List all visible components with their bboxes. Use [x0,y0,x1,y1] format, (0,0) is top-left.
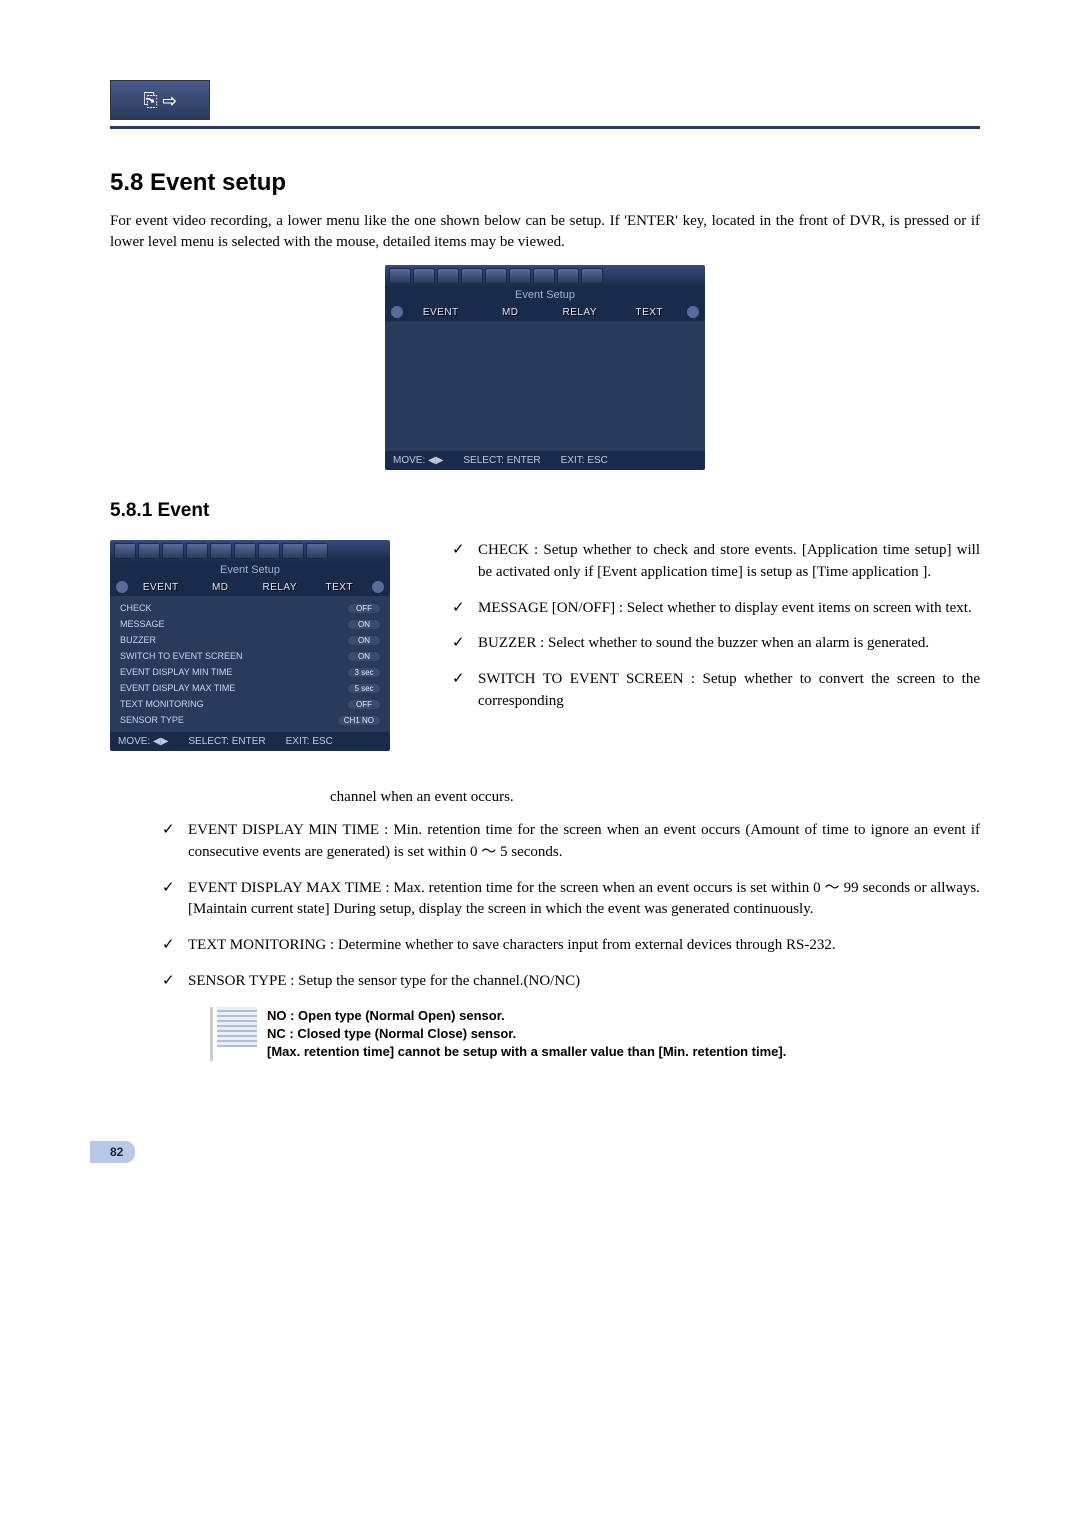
tab-md[interactable]: MD [194,582,248,593]
description-list-full: EVENT DISPLAY MIN TIME : Min. retention … [150,820,980,993]
toolbar-icon [437,268,459,284]
setting-label: BUZZER [120,635,156,645]
setting-label: MESSAGE [120,619,165,629]
setting-value[interactable]: OFF [348,700,380,709]
toolbar [110,540,390,562]
tab-relay[interactable]: RELAY [548,307,612,318]
tab-arrow-right-icon[interactable] [372,581,384,593]
hint-select: SELECT: ENTER [188,736,265,747]
bullet-item: EVENT DISPLAY MAX TIME : Max. retention … [150,878,980,922]
toolbar-icon [234,543,256,559]
event-settings-list: CHECKOFFMESSAGEONBUZZERONSWITCH TO EVENT… [110,596,390,732]
page-number: 82 [90,1141,135,1163]
setting-row[interactable]: SWITCH TO EVENT SCREEN ON [110,648,390,664]
note-line: [Max. retention time] cannot be setup wi… [267,1043,786,1061]
toolbar-icon [258,543,280,559]
toolbar-icon [533,268,555,284]
setting-label: SENSOR TYPE [120,715,184,725]
toolbar [385,265,705,287]
window-title: Event Setup [110,562,390,578]
setting-label: EVENT DISPLAY MIN TIME [120,667,232,677]
setting-label: SWITCH TO EVENT SCREEN [120,651,243,661]
toolbar-icon [581,268,603,284]
tab-arrow-right-icon[interactable] [687,306,699,318]
toolbar-icon [186,543,208,559]
setting-label: EVENT DISPLAY MAX TIME [120,683,235,693]
hint-move: MOVE: ◀▶ [393,455,443,466]
note-line: NC : Closed type (Normal Close) sensor. [267,1025,786,1043]
setting-value[interactable]: ON [348,636,380,645]
note-icon [217,1007,257,1047]
window-title: Event Setup [385,287,705,303]
hint-exit: EXIT: ESC [286,736,333,747]
setting-row[interactable]: BUZZER ON [110,632,390,648]
event-setup-screenshot-empty: Event Setup EVENT MD RELAY TEXT MOVE: ◀▶… [385,265,705,470]
setting-row[interactable]: EVENT DISPLAY MIN TIME 3 sec [110,664,390,680]
footer-hints: MOVE: ◀▶ SELECT: ENTER EXIT: ESC [110,732,390,751]
bullet-item: BUZZER : Select whether to sound the buz… [440,633,980,655]
content-area-blank [385,321,705,451]
event-setup-screenshot-filled: Event Setup EVENT MD RELAY TEXT CHECK OFF… [110,540,390,751]
bullet-item: TEXT MONITORING : Determine whether to s… [150,935,980,957]
setting-row[interactable]: SENSOR TYPE CH1 NO [110,712,390,728]
wrap-tail: channel when an event occurs. [330,789,980,806]
toolbar-icon [114,543,136,559]
note-line: NO : Open type (Normal Open) sensor. [267,1007,786,1025]
toolbar-icon [509,268,531,284]
setting-value[interactable]: ON [348,620,380,629]
tabs-row: EVENT MD RELAY TEXT [385,303,705,321]
header-rule [110,126,980,129]
bullet-item: SWITCH TO EVENT SCREEN : Setup whether t… [440,669,980,713]
setting-label: CHECK [120,603,152,613]
toolbar-icon [162,543,184,559]
note-text: NO : Open type (Normal Open) sensor. NC … [267,1007,786,1062]
note-block: NO : Open type (Normal Open) sensor. NC … [210,1007,980,1062]
description-list-right: CHECK : Setup whether to check and store… [440,540,980,713]
hint-select: SELECT: ENTER [463,455,540,466]
toolbar-icon [282,543,304,559]
setting-row[interactable]: CHECK OFF [110,600,390,616]
tab-text[interactable]: TEXT [618,307,682,318]
section-title: 5.8 Event setup [110,169,980,197]
bullet-item: CHECK : Setup whether to check and store… [440,540,980,584]
setting-row[interactable]: TEXT MONITORING OFF [110,696,390,712]
door-icon: ⎘ ⇨ [110,80,210,120]
setting-row[interactable]: MESSAGE ON [110,616,390,632]
section-intro: For event video recording, a lower menu … [110,211,980,253]
hint-exit: EXIT: ESC [561,455,608,466]
setting-value[interactable]: CH1 NO [338,716,380,725]
tab-arrow-left-icon[interactable] [116,581,128,593]
toolbar-icon [210,543,232,559]
page-number-wrap: 82 [110,1141,980,1163]
setting-label: TEXT MONITORING [120,699,204,709]
setting-row[interactable]: EVENT DISPLAY MAX TIME 5 sec [110,680,390,696]
door-icon-glyph: ⎘ ⇨ [143,90,176,111]
hint-move: MOVE: ◀▶ [118,736,168,747]
tab-md[interactable]: MD [479,307,543,318]
tab-event[interactable]: EVENT [409,307,473,318]
bullet-item: EVENT DISPLAY MIN TIME : Min. retention … [150,820,980,864]
bullet-item: MESSAGE [ON/OFF] : Select whether to dis… [440,598,980,620]
toolbar-icon [389,268,411,284]
subsection-title: 5.8.1 Event [110,500,980,522]
tabs-row: EVENT MD RELAY TEXT [110,578,390,596]
setting-value[interactable]: ON [348,652,380,661]
setting-value[interactable]: OFF [348,604,380,613]
tab-relay[interactable]: RELAY [253,582,307,593]
toolbar-icon [485,268,507,284]
tab-arrow-left-icon[interactable] [391,306,403,318]
toolbar-icon [461,268,483,284]
toolbar-icon [138,543,160,559]
footer-hints: MOVE: ◀▶ SELECT: ENTER EXIT: ESC [385,451,705,470]
bullet-item: SENSOR TYPE : Setup the sensor type for … [150,971,980,993]
toolbar-icon [306,543,328,559]
toolbar-icon [557,268,579,284]
setting-value[interactable]: 5 sec [348,684,380,693]
tab-text[interactable]: TEXT [313,582,367,593]
tab-event[interactable]: EVENT [134,582,188,593]
toolbar-icon [413,268,435,284]
setting-value[interactable]: 3 sec [348,668,380,677]
